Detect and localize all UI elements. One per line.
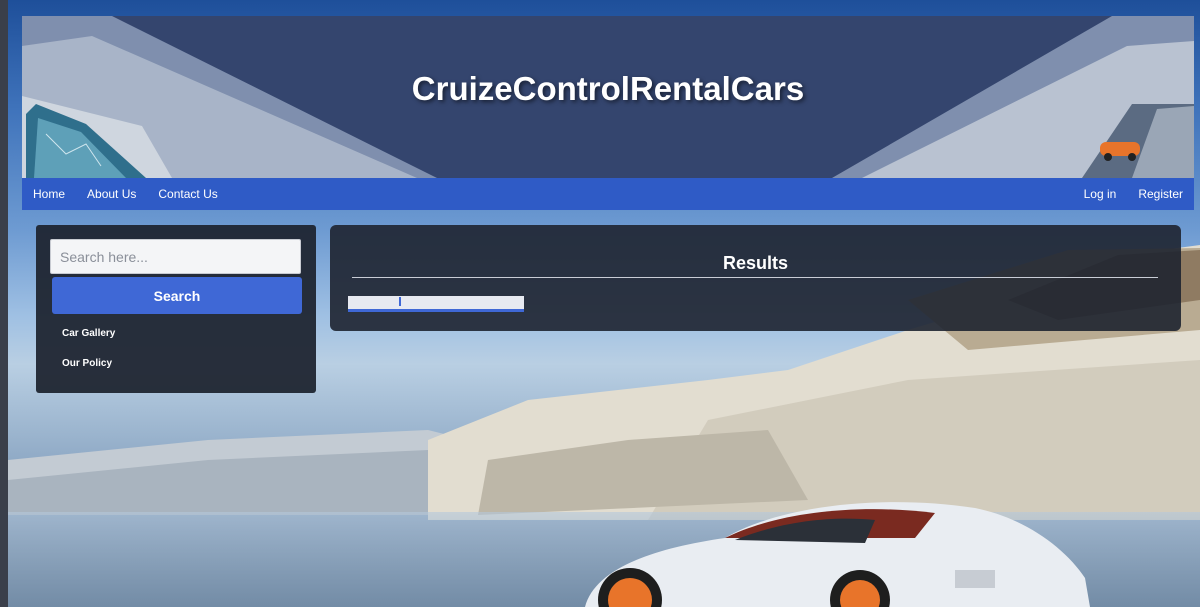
search-button[interactable]: Search — [52, 277, 302, 314]
search-input[interactable] — [50, 239, 301, 274]
nav-about-link[interactable]: About Us — [87, 187, 136, 201]
sidebar-item-car-gallery[interactable]: Car Gallery — [62, 328, 115, 358]
site-header: CruizeControlRentalCars — [22, 16, 1194, 178]
main-nav: Home About Us Contact Us Log in Register — [22, 178, 1194, 210]
nav-home-link[interactable]: Home — [33, 187, 65, 201]
header-left-car-image — [26, 104, 146, 178]
background-car-image — [585, 502, 1090, 607]
nav-right-group: Log in Register — [1084, 187, 1183, 201]
results-title: Results — [722, 253, 789, 273]
sidebar-links: Car Gallery Our Policy — [62, 328, 115, 388]
header-right-car-image — [1082, 104, 1194, 178]
nav-register-link[interactable]: Register — [1138, 187, 1183, 201]
sidebar-item-our-policy[interactable]: Our Policy — [62, 358, 115, 388]
nav-left-group: Home About Us Contact Us — [33, 187, 218, 201]
sidebar: Search Car Gallery Our Policy — [36, 225, 316, 393]
page-left-edge — [0, 0, 8, 607]
results-divider — [352, 277, 1158, 278]
nav-contact-link[interactable]: Contact Us — [158, 187, 217, 201]
nav-login-link[interactable]: Log in — [1084, 187, 1117, 201]
text-caret — [399, 297, 401, 306]
site-title: CruizeControlRentalCars — [411, 70, 805, 107]
results-panel: Results — [330, 225, 1181, 331]
result-text-field[interactable] — [348, 296, 524, 312]
